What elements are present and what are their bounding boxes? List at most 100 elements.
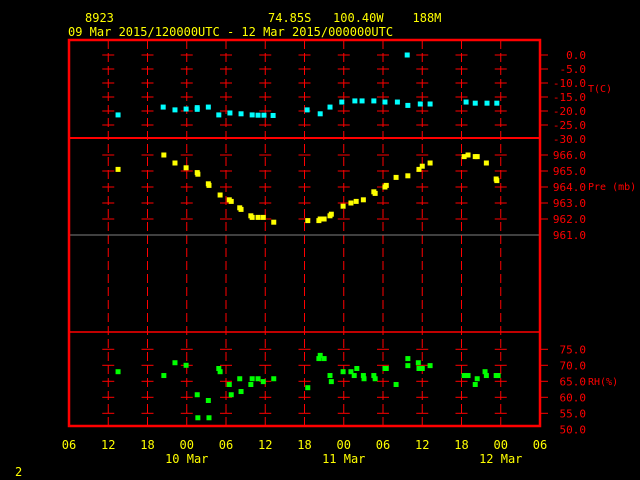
y-tick-label: 961.0: [553, 229, 586, 242]
y-tick-label: -10.0: [553, 77, 586, 90]
x-tick-label: 06: [62, 438, 76, 452]
rh-point: [115, 369, 121, 375]
rh-point: [206, 415, 212, 421]
temperature-point: [261, 112, 267, 118]
rh-point: [351, 373, 357, 379]
page-number: 2: [15, 465, 22, 479]
rh-point: [405, 363, 411, 369]
pressure-point: [228, 198, 234, 204]
pressure-point: [393, 174, 399, 180]
y-tick-label: 60.0: [560, 391, 587, 404]
temperature-point: [327, 104, 333, 110]
pressure-point: [271, 219, 277, 225]
x-tick-label: 06: [219, 438, 233, 452]
footer-svg: 2: [15, 465, 22, 479]
rh-point: [260, 379, 266, 385]
pressure-point: [260, 214, 266, 220]
pressure-point: [172, 160, 178, 166]
temperature-point: [404, 52, 410, 58]
x-tick-label: 12: [101, 438, 115, 452]
pressure-point: [340, 203, 346, 209]
rh-point: [472, 382, 478, 387]
meteogram-chart: 0.0-5.0-10.0-15.0-20.0-25.0-30.0 T(C) 966.…: [62, 38, 636, 466]
rh-point: [226, 382, 232, 387]
pressure-point: [474, 154, 480, 160]
y-axis-label: Pre (mb): [588, 182, 636, 193]
x-date-label: 10 Mar: [165, 452, 208, 466]
pressure-point: [483, 160, 489, 166]
pressure-point: [494, 178, 500, 184]
temperature-point: [352, 98, 358, 104]
pressure-point: [321, 216, 327, 222]
pressure-point: [465, 152, 471, 158]
rh-point: [249, 376, 255, 382]
rh-point: [483, 373, 489, 379]
x-tick-label: 00: [337, 438, 351, 452]
y-tick-label: 962.0: [553, 213, 586, 226]
y-tick-label: -25.0: [553, 119, 586, 132]
temperature-point: [249, 112, 255, 118]
temperature-point: [371, 98, 377, 104]
y-tick-label: -5.0: [560, 63, 587, 76]
temperature-point: [304, 107, 310, 113]
pressure-point: [348, 200, 354, 206]
temperature-point: [382, 99, 388, 105]
rh-point: [194, 392, 200, 398]
pressure-point: [217, 192, 223, 198]
rh-point: [271, 376, 277, 382]
pressure-point: [372, 190, 378, 196]
temperature-point: [205, 104, 211, 110]
pressure-point: [305, 218, 311, 224]
y-tick-label: -15.0: [553, 91, 586, 104]
temperature-point: [255, 112, 261, 118]
temperature-point: [472, 100, 478, 106]
rh-point: [217, 369, 223, 375]
temperature-point: [183, 106, 189, 112]
pressure-point: [255, 214, 261, 220]
x-tick-label: 18: [140, 438, 154, 452]
pressure-point: [405, 173, 411, 179]
x-date-label: 11 Mar: [322, 452, 365, 466]
x-tick-label: 06: [533, 438, 547, 452]
rh-point: [495, 373, 501, 379]
rh-point: [321, 356, 327, 362]
y-tick-label: 966.0: [553, 149, 586, 162]
x-tick-label: 18: [454, 438, 468, 452]
temperature-point: [463, 99, 469, 105]
y-tick-label: 50.0: [560, 423, 587, 436]
rh-point: [161, 373, 167, 379]
rh-point: [419, 366, 425, 371]
y-tick-label: 963.0: [553, 197, 586, 210]
temperature-point: [427, 101, 433, 107]
rh-point: [183, 362, 189, 368]
x-tick-label: 00: [180, 438, 194, 452]
rh-point: [372, 376, 378, 382]
rh-point: [305, 385, 311, 391]
rh-point: [328, 379, 334, 385]
y-tick-label: 75.0: [560, 343, 587, 356]
temperature-point: [317, 111, 323, 117]
x-tick-label: 12: [415, 438, 429, 452]
y-tick-label: -30.0: [553, 133, 586, 146]
rh-point: [205, 398, 211, 403]
y-tick-label: 55.0: [560, 407, 587, 420]
rh-point: [255, 376, 261, 382]
temperature-point: [172, 107, 178, 113]
rh-point: [354, 366, 360, 371]
x-tick-label: 06: [376, 438, 390, 452]
temperature-point: [484, 100, 490, 106]
x-tick-label: 18: [297, 438, 311, 452]
temperature-point: [405, 102, 411, 108]
rh-point: [195, 415, 201, 421]
rh-point: [238, 389, 244, 395]
y-tick-label: 964.0: [553, 181, 586, 194]
rh-point: [415, 360, 421, 366]
rh-point: [172, 360, 178, 366]
pressure-point: [161, 152, 167, 158]
y-tick-label: 0.0: [566, 49, 586, 62]
rh-point: [465, 373, 471, 379]
pressure-point: [183, 165, 189, 171]
pressure-point: [238, 206, 244, 212]
rh-point: [237, 376, 243, 382]
rh-point: [327, 373, 333, 379]
